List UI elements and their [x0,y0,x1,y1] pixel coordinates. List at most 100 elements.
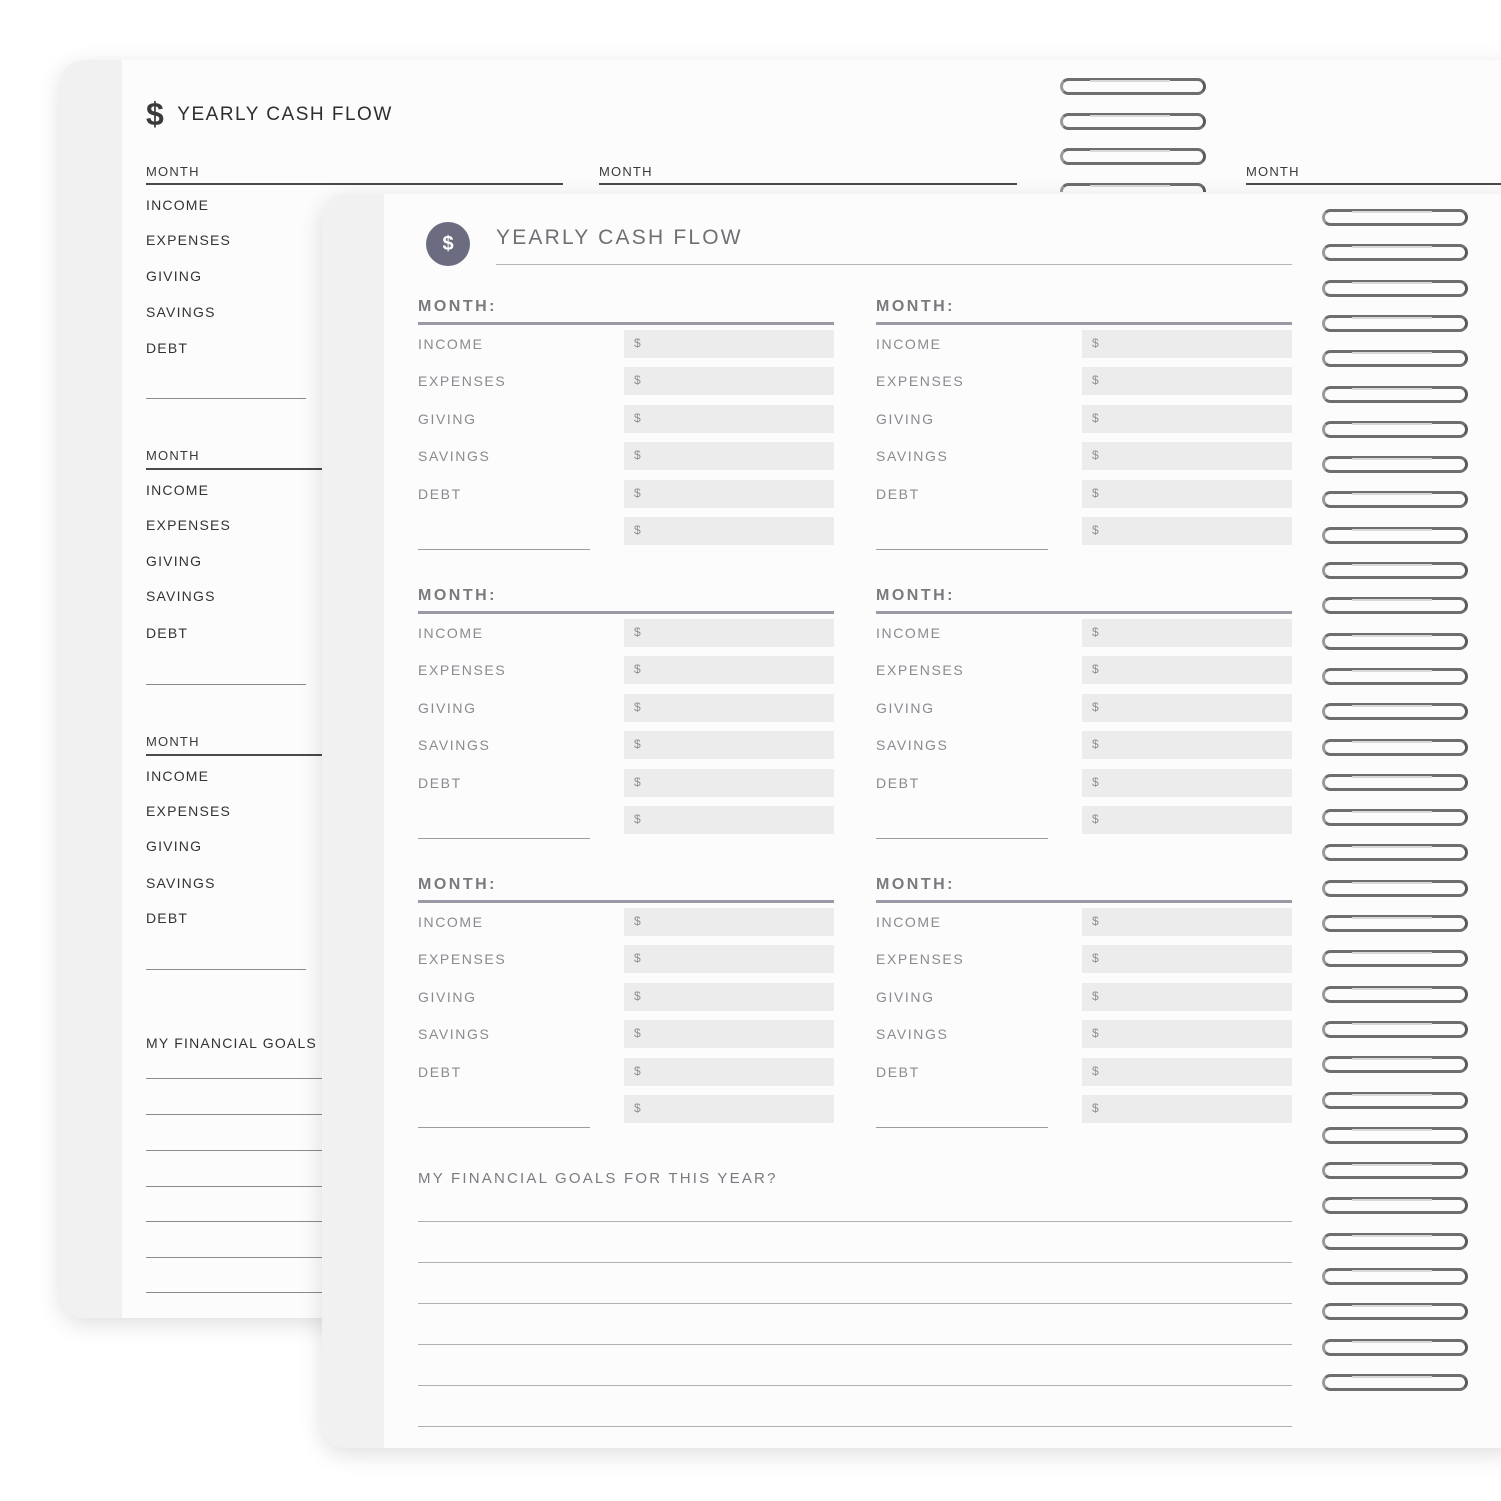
spiral-coil [1322,417,1468,439]
goal-line[interactable] [146,1150,346,1151]
month-rule [146,468,346,470]
custom-row-line[interactable] [876,838,1048,839]
blank-line[interactable] [146,969,306,970]
custom-row-line[interactable] [876,1127,1048,1128]
currency-symbol: $ [1092,1101,1099,1115]
amount-field-income[interactable]: $ [624,619,834,647]
amount-field-expenses[interactable]: $ [1082,656,1292,684]
amount-field-custom[interactable]: $ [1082,517,1292,545]
goal-line[interactable] [146,1186,346,1187]
amount-field-expenses[interactable]: $ [624,945,834,973]
row-expenses-label: EXPENSES [146,517,232,533]
blank-line[interactable] [146,684,306,685]
row-giving-label: GIVING [146,553,203,569]
goal-line[interactable] [418,1426,1292,1427]
month-label: MONTH [1246,164,1300,179]
month-label: MONTH [146,448,200,463]
custom-row-line[interactable] [876,549,1048,550]
amount-field-custom[interactable]: $ [624,806,834,834]
spiral-coil [1322,1052,1468,1074]
spiral-coil [1322,311,1468,333]
amount-field-debt[interactable]: $ [624,1058,834,1086]
custom-row-line[interactable] [418,1127,590,1128]
amount-field-custom[interactable]: $ [624,1095,834,1123]
row-giving-label: GIVING [876,989,935,1005]
amount-field-savings[interactable]: $ [624,1020,834,1048]
month-rule [418,322,834,325]
goal-line[interactable] [418,1385,1292,1386]
goal-line[interactable] [418,1262,1292,1263]
currency-symbol: $ [1092,700,1099,714]
amount-field-income[interactable]: $ [1082,908,1292,936]
amount-field-debt[interactable]: $ [1082,769,1292,797]
amount-field-expenses[interactable]: $ [624,367,834,395]
amount-field-income[interactable]: $ [1082,619,1292,647]
coil-shine [1352,917,1432,919]
spiral-coil [1322,911,1468,933]
goal-line[interactable] [418,1344,1292,1345]
row-debt-label: DEBT [876,775,920,791]
currency-symbol: $ [1092,336,1099,350]
amount-field-giving[interactable]: $ [624,694,834,722]
goal-line[interactable] [146,1078,346,1079]
row-expenses-label: EXPENSES [876,662,965,678]
month-rule [876,322,1292,325]
coil-shine [1352,1340,1432,1343]
row-savings-label: SAVINGS [418,1026,491,1042]
amount-field-savings[interactable]: $ [1082,1020,1292,1048]
amount-field-giving[interactable]: $ [624,983,834,1011]
month-label: MONTH [599,164,653,179]
spiral-coil [1322,346,1468,368]
amount-field-expenses[interactable]: $ [624,656,834,684]
coil-shine [1352,281,1432,284]
spiral-coil [1322,452,1468,474]
goal-line[interactable] [418,1303,1292,1304]
amount-field-giving[interactable]: $ [1082,405,1292,433]
amount-field-savings[interactable]: $ [1082,442,1292,470]
spiral-coil [1322,1088,1468,1110]
row-savings-label: SAVINGS [876,1026,949,1042]
amount-field-custom[interactable]: $ [624,517,834,545]
coil-shine [1352,599,1432,602]
amount-field-income[interactable]: $ [624,908,834,936]
coil-shine [1352,564,1432,566]
currency-symbol: $ [634,1101,641,1115]
spiral-coil [1322,1123,1468,1145]
amount-field-debt[interactable]: $ [624,480,834,508]
amount-field-giving[interactable]: $ [1082,694,1292,722]
currency-symbol: $ [634,662,641,676]
goal-line[interactable] [146,1292,346,1293]
custom-row-line[interactable] [418,549,590,550]
goal-line[interactable] [418,1221,1292,1222]
amount-field-savings[interactable]: $ [624,731,834,759]
amount-field-income[interactable]: $ [624,330,834,358]
amount-field-debt[interactable]: $ [624,769,834,797]
amount-field-savings[interactable]: $ [624,442,834,470]
goal-line[interactable] [146,1114,346,1115]
amount-field-giving[interactable]: $ [1082,983,1292,1011]
month-rule [876,611,1292,614]
coil-shine [1352,1375,1432,1378]
row-income-label: INCOME [876,336,942,352]
custom-row-line[interactable] [418,838,590,839]
coil-shine [1352,316,1432,319]
amount-field-income[interactable]: $ [1082,330,1292,358]
blank-line[interactable] [146,398,306,399]
month-label: MONTH [146,734,200,749]
amount-field-expenses[interactable]: $ [1082,367,1292,395]
coil-shine [1352,1022,1432,1025]
amount-field-custom[interactable]: $ [1082,1095,1292,1123]
row-income-label: INCOME [876,914,942,930]
spiral-coil [1322,1370,1468,1392]
currency-symbol: $ [634,373,641,387]
amount-field-giving[interactable]: $ [624,405,834,433]
amount-field-custom[interactable]: $ [1082,806,1292,834]
goal-line[interactable] [146,1221,346,1222]
amount-field-debt[interactable]: $ [1082,1058,1292,1086]
goal-line[interactable] [146,1257,346,1258]
currency-symbol: $ [634,448,641,462]
coil-shine [1352,422,1432,425]
amount-field-debt[interactable]: $ [1082,480,1292,508]
amount-field-expenses[interactable]: $ [1082,945,1292,973]
amount-field-savings[interactable]: $ [1082,731,1292,759]
